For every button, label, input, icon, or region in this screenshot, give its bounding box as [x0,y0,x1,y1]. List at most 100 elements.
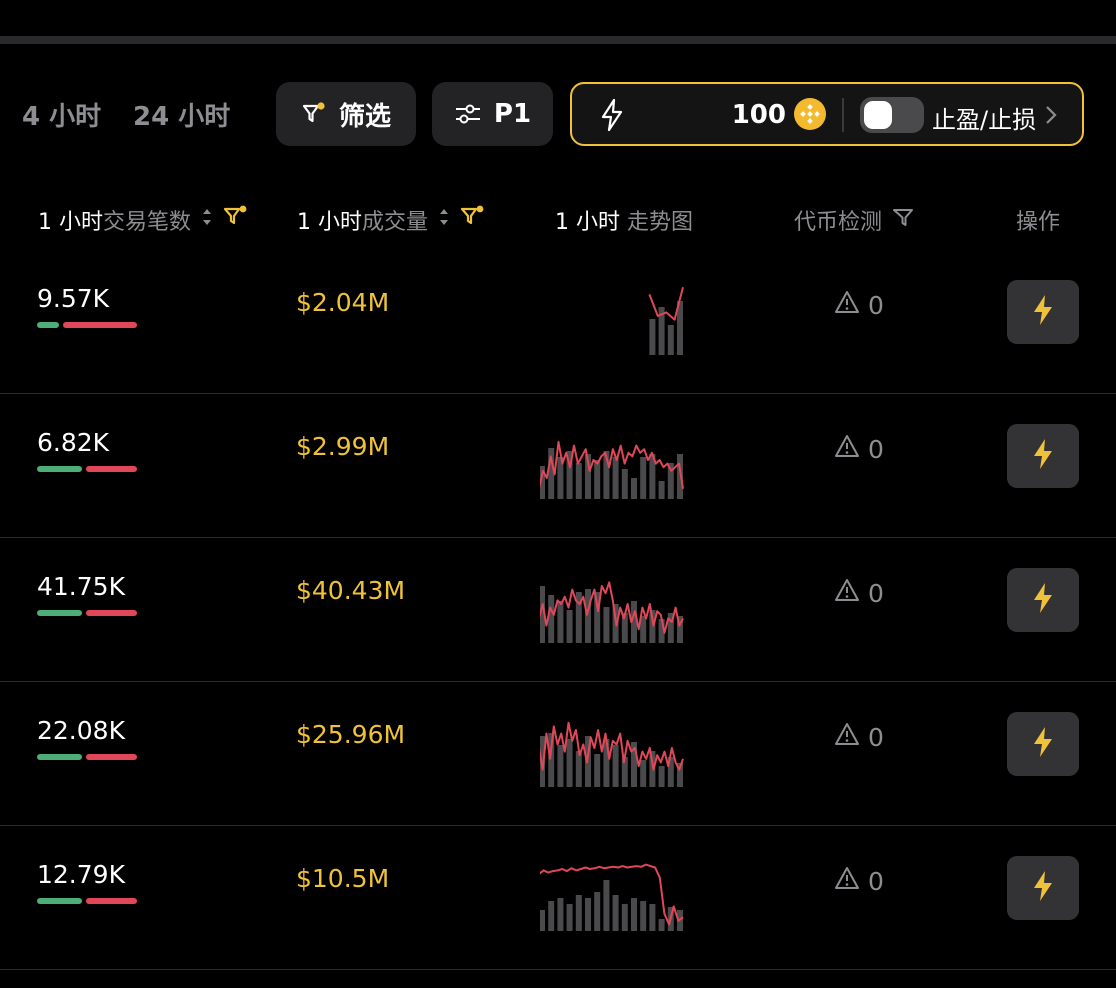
preset-label: P1 [493,99,532,129]
tab-4h[interactable]: 4 小时 [22,96,101,133]
buy-ratio-fill [37,610,82,616]
volume-bar [603,880,610,931]
header-check-label: 代币检测 [794,210,883,235]
table-row[interactable]: 9.57K $2.04M 0 [0,250,1116,394]
tpsl-label[interactable]: 止盈/止损 [932,100,1036,135]
volume-bar [575,895,582,931]
tx-count: 6.82K [37,428,110,457]
volume-bar [540,910,545,931]
column-filter-icon[interactable] [223,204,249,236]
buy-ratio-fill [37,898,82,904]
lightning-icon [1030,438,1056,474]
volume-bar [585,898,591,931]
quick-buy-button[interactable] [1007,856,1079,920]
warning-icon [834,866,860,896]
sliders-icon [454,101,482,127]
header-tx-prefix: 1 小时 [38,210,103,235]
header-trend-prefix: 1 小时 [555,210,620,235]
volume-bar [557,601,564,643]
header-volume[interactable]: 1 小时 成交量 [297,204,486,236]
tpsl-toggle[interactable] [860,97,924,133]
token-check[interactable]: 0 [834,722,884,752]
table-row[interactable]: 41.75K $40.43M 0 [0,538,1116,682]
buy-sell-ratio-bar [37,898,137,904]
header-action: 操作 [1016,204,1060,236]
quick-buy-button[interactable] [1007,712,1079,776]
volume-bar [566,904,573,931]
trend-sparkline [540,581,684,643]
header-tx-count[interactable]: 1 小时 交易笔数 [38,204,249,236]
volume-bar [631,898,637,931]
warning-count: 0 [868,866,884,896]
lightning-icon [1030,870,1056,906]
header-trend-label: 走势图 [620,210,693,235]
buy-sell-ratio-bar [37,754,137,760]
header-vol-prefix: 1 小时 [297,210,362,235]
volume-bar [640,457,647,499]
volume-bar [548,901,555,931]
table-row[interactable]: 22.08K $25.96M 0 [0,682,1116,826]
volume-bar [658,481,665,499]
warning-icon [834,578,860,608]
lightning-icon [1030,726,1056,762]
volume-bar [631,478,637,499]
volume-bar [649,904,656,931]
volume-bar [575,463,582,499]
volume-bar [612,745,619,787]
volume-bar [640,760,647,787]
sell-ratio-fill [86,898,137,904]
buy-ratio-fill [37,322,59,328]
token-check[interactable]: 0 [834,866,884,896]
toggle-knob [864,101,892,129]
buy-sell-ratio-bar [37,322,137,328]
quick-buy-panel: 100 止盈/止损 [570,82,1084,146]
token-check[interactable]: 0 [834,578,884,608]
tx-count: 22.08K [37,716,125,745]
preset-button[interactable]: P1 [432,82,553,146]
row-divider [0,969,1116,970]
volume-bar [566,739,573,787]
header-trend: 1 小时 走势图 [555,204,693,236]
volume-bar [612,895,619,931]
sell-ratio-fill [86,754,137,760]
quick-buy-amount[interactable]: 100 [572,100,786,130]
volume-bar [658,919,665,931]
warning-count: 0 [868,434,884,464]
sort-icon[interactable] [438,206,450,234]
table-row[interactable]: 12.79K $10.5M 0 [0,826,1116,970]
header-vol-label: 成交量 [362,210,429,235]
volume-bar [594,460,601,499]
filter-button[interactable]: 筛选 [276,82,416,146]
volume-bar [658,766,665,787]
trend-sparkline [540,721,684,787]
buy-ratio-fill [37,754,82,760]
tx-count: 12.79K [37,860,125,889]
bnb-coin-icon [794,98,826,130]
volume-bar [548,595,555,643]
column-filter-icon[interactable] [892,205,916,235]
trend-sparkline [540,863,684,931]
chevron-right-icon[interactable] [1044,104,1058,130]
warning-count: 0 [868,290,884,320]
tx-count: 41.75K [37,572,125,601]
header-token-check[interactable]: 代币检测 [794,204,916,236]
quick-buy-button[interactable] [1007,424,1079,488]
token-check[interactable]: 0 [834,434,884,464]
volume-value: $25.96M [296,720,406,749]
volume-bar [557,745,564,787]
quick-buy-button[interactable] [1007,568,1079,632]
sell-ratio-fill [86,610,137,616]
tab-24h[interactable]: 24 小时 [133,96,230,133]
table-row[interactable]: 6.82K $2.99M 0 [0,394,1116,538]
volume-value: $2.99M [296,432,390,461]
column-filter-icon[interactable] [460,204,486,236]
sell-ratio-fill [86,466,137,472]
volume-bar [566,610,573,643]
token-check[interactable]: 0 [834,290,884,320]
filter-icon [301,101,327,127]
volume-bar [621,469,628,499]
sort-icon[interactable] [201,206,213,234]
trend-sparkline [648,286,684,355]
buy-sell-ratio-bar [37,466,137,472]
quick-buy-button[interactable] [1007,280,1079,344]
